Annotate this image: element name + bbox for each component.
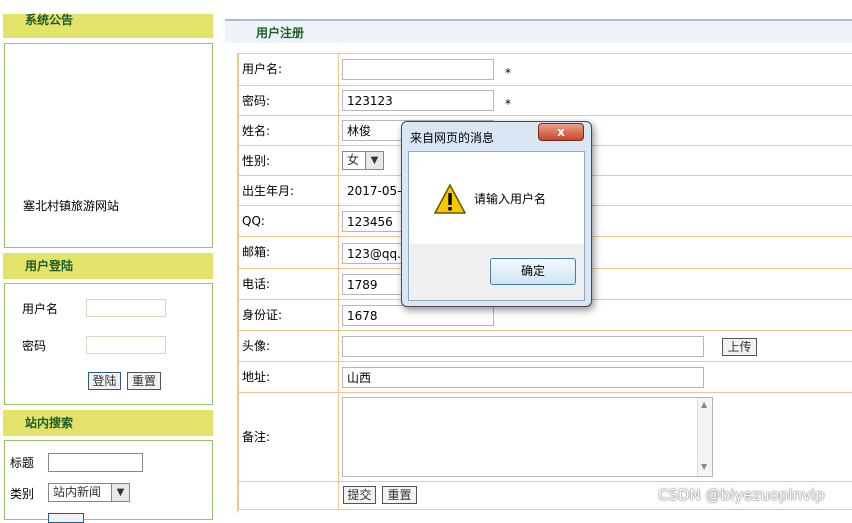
dialog-body: 请输入用户名 确定: [408, 151, 585, 301]
label-remark: 备注:: [238, 393, 339, 482]
label-email: 邮箱:: [238, 237, 339, 269]
search-title-label: 标题: [10, 456, 35, 470]
ok-button[interactable]: 确定: [490, 258, 576, 285]
login-button[interactable]: 登陆: [88, 372, 121, 390]
label-birth: 出生年月:: [238, 176, 339, 206]
label-empty: [238, 482, 339, 510]
warning-icon: [434, 184, 466, 214]
announcement-box: 塞北村镇旅游网站: [4, 43, 213, 248]
search-category-label: 类别: [10, 487, 35, 501]
label-username: 用户名:: [238, 54, 339, 86]
watermark: CSDN @biyezuopinvip: [658, 486, 825, 504]
username-input[interactable]: [342, 59, 494, 80]
dropdown-arrow-icon[interactable]: ▼: [111, 484, 129, 501]
scroll-up-icon[interactable]: ▲: [701, 400, 707, 409]
submit-button[interactable]: 提交: [343, 486, 376, 504]
search-category-select[interactable]: 站内新闻 ▼: [48, 483, 130, 502]
remark-scrollbar[interactable]: ▲ ▼: [697, 398, 712, 476]
dialog-content: 请输入用户名: [409, 152, 584, 244]
label-avatar: 头像:: [238, 331, 339, 362]
dropdown-arrow-icon[interactable]: ▼: [365, 152, 383, 169]
label-address: 地址:: [238, 362, 339, 393]
gender-value: 女: [347, 153, 360, 167]
gender-select[interactable]: 女 ▼: [342, 151, 384, 170]
label-name: 姓名:: [238, 116, 339, 146]
form-reset-button[interactable]: 重置: [382, 486, 417, 504]
form-left-border: [237, 53, 238, 513]
announcement-item[interactable]: 塞北村镇旅游网站: [23, 197, 119, 214]
address-input[interactable]: 山西: [342, 367, 704, 388]
announcement-header: 系统公告: [3, 13, 213, 38]
label-idcard: 身份证:: [238, 300, 339, 331]
search-category-value: 站内新闻: [53, 485, 102, 499]
login-password-label: 密码: [22, 339, 47, 353]
login-username-input[interactable]: [86, 299, 166, 317]
dialog-title: 来自网页的消息: [410, 131, 495, 145]
login-title: 用户登陆: [25, 259, 74, 273]
required-mark-username: *: [505, 66, 511, 80]
search-title-input[interactable]: [48, 453, 143, 472]
idcard-input[interactable]: 1678: [342, 305, 494, 326]
password-input[interactable]: 123123: [342, 90, 494, 111]
label-password: 密码:: [238, 86, 339, 116]
label-qq: QQ:: [238, 206, 339, 237]
search-box: 标题 类别 站内新闻 ▼: [4, 440, 213, 523]
login-password-input[interactable]: [86, 336, 166, 354]
remark-textarea[interactable]: [342, 397, 713, 477]
search-header: 站内搜索: [3, 410, 213, 436]
scroll-down-icon[interactable]: ▼: [701, 462, 707, 471]
label-gender: 性别:: [238, 146, 339, 176]
announcement-title: 系统公告: [25, 13, 74, 27]
login-header: 用户登陆: [3, 253, 213, 279]
login-box: 用户名 密码 登陆 重置: [4, 283, 213, 405]
message-dialog: 来自网页的消息 x 请输入用户名 确定: [401, 121, 592, 307]
login-reset-button[interactable]: 重置: [127, 372, 161, 390]
main-title: 用户注册: [256, 26, 305, 40]
search-title: 站内搜索: [25, 416, 74, 430]
label-phone: 电话:: [238, 269, 339, 300]
upload-button[interactable]: 上传: [722, 338, 757, 356]
login-username-label: 用户名: [22, 302, 59, 316]
close-icon[interactable]: x: [538, 123, 584, 141]
main-title-bar: 用户注册: [225, 19, 852, 43]
dialog-message: 请输入用户名: [474, 192, 547, 206]
form-top-border: [237, 53, 852, 54]
avatar-input[interactable]: [342, 336, 704, 357]
required-mark-password: *: [505, 97, 511, 111]
